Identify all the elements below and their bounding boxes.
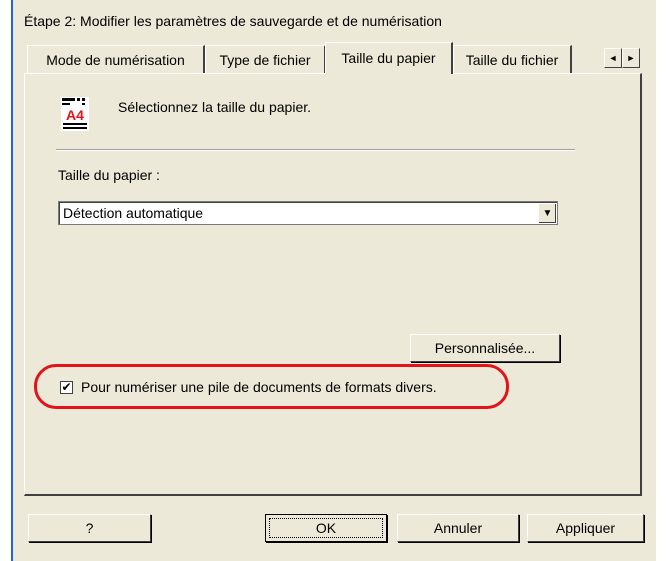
paper-icon-label: A4 — [66, 107, 84, 123]
mixed-docs-checkbox[interactable]: ✔ — [60, 381, 73, 394]
mixed-docs-label[interactable]: Pour numériser une pile de documents de … — [81, 379, 437, 395]
cancel-button[interactable]: Annuler — [397, 514, 519, 542]
tab-panel — [24, 73, 642, 496]
tab-file-size[interactable]: Taille du fichier — [453, 45, 572, 73]
tab-file-type[interactable]: Type de fichier — [205, 45, 326, 73]
paper-size-icon: A4 — [61, 97, 89, 131]
chevron-down-icon[interactable]: ▼ — [538, 203, 556, 223]
focus-ring — [269, 518, 383, 538]
instruction-text: Sélectionnez la taille du papier. — [118, 99, 312, 115]
dialog-title: Étape 2: Modifier les paramètres de sauv… — [24, 13, 442, 29]
separator — [56, 149, 575, 151]
apply-button[interactable]: Appliquer — [527, 514, 644, 542]
tab-scroll-right-icon[interactable]: ► — [622, 48, 640, 68]
tab-scroll-left-icon[interactable]: ◄ — [604, 48, 622, 68]
paper-size-label: Taille du papier : — [58, 167, 160, 183]
help-button[interactable]: ? — [28, 514, 151, 542]
custom-size-button[interactable]: Personnalisée... — [410, 334, 560, 362]
paper-size-value: Détection automatique — [63, 205, 204, 221]
tab-scan-mode[interactable]: Mode de numérisation — [27, 45, 205, 73]
tab-paper-size[interactable]: Taille du papier — [325, 42, 453, 74]
ok-button[interactable]: OK — [265, 514, 387, 542]
paper-size-select[interactable]: Détection automatique ▼ — [58, 201, 558, 225]
